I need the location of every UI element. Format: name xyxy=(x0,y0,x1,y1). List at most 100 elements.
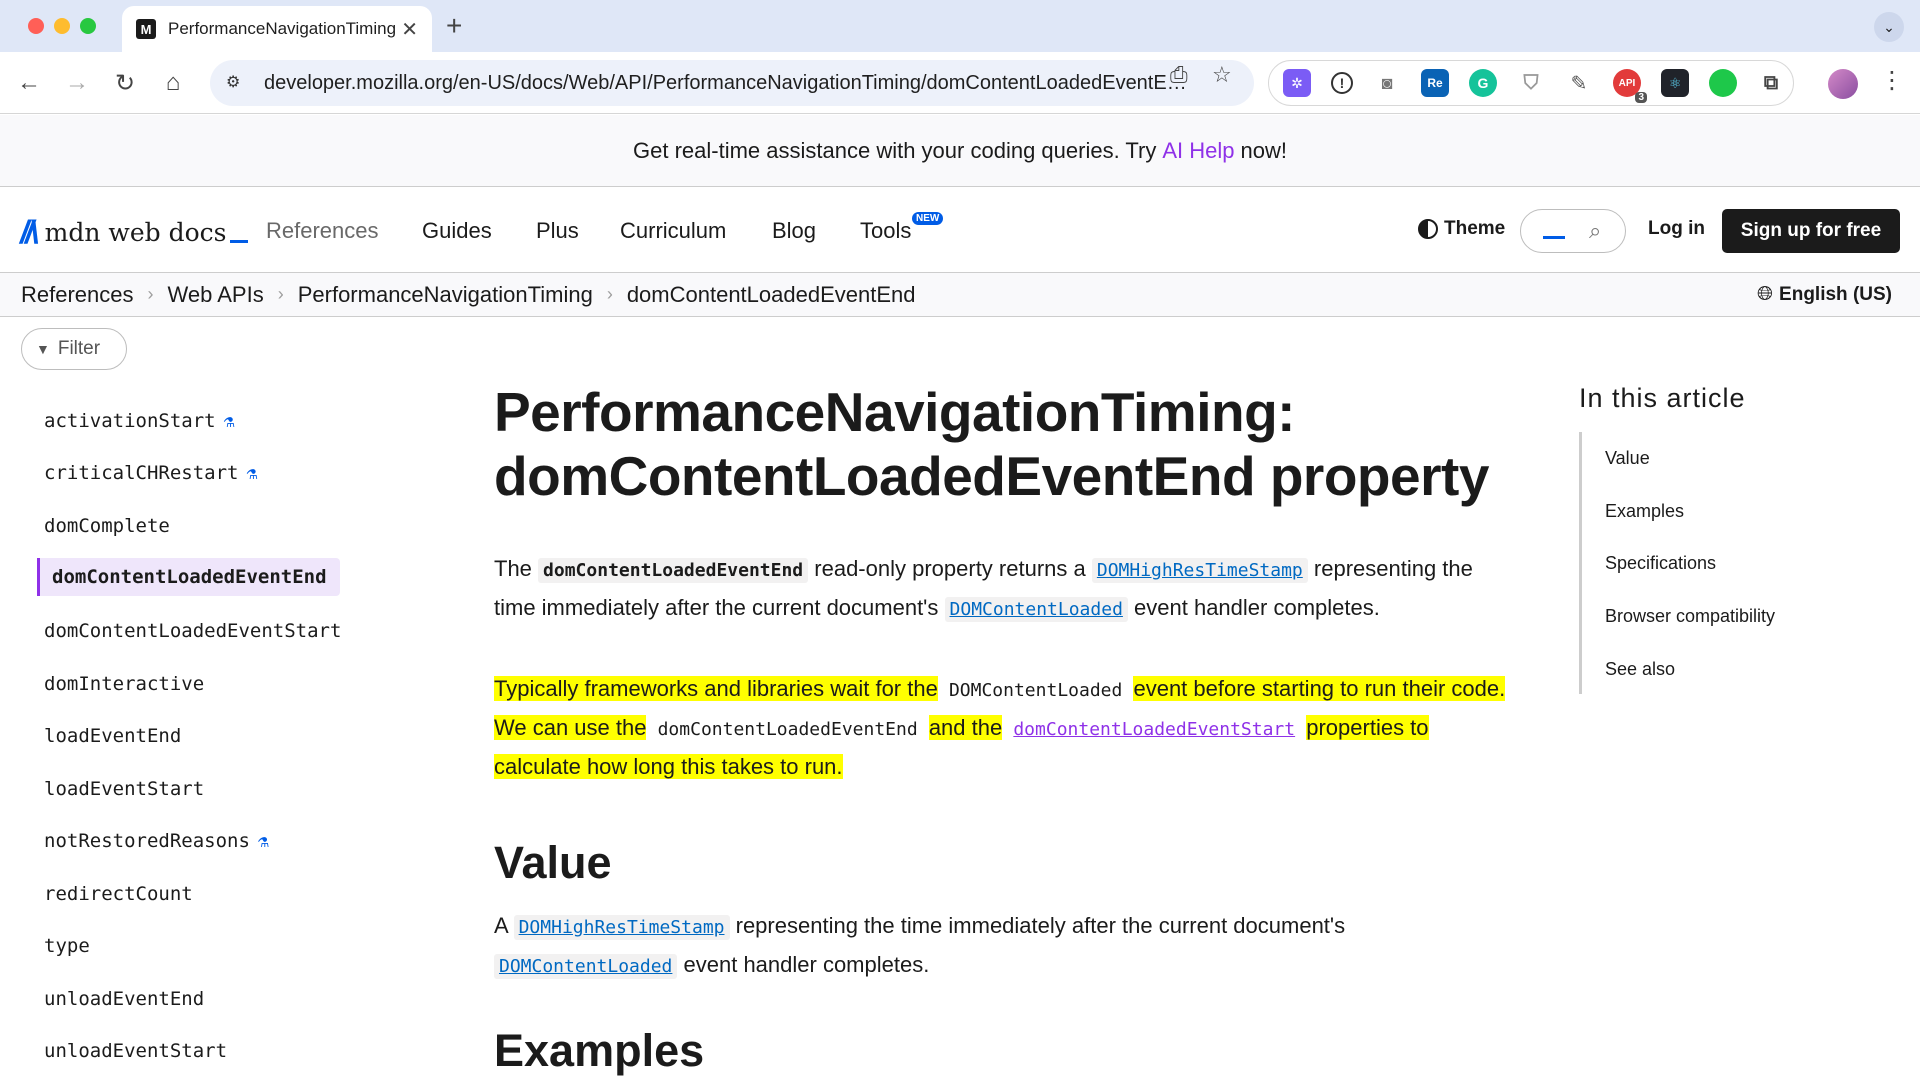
toc-item-value[interactable]: Value xyxy=(1605,448,1650,469)
back-arrow-icon[interactable]: ← xyxy=(12,66,46,100)
sidebar-item-label: domInteractive xyxy=(44,673,205,695)
breadcrumb-references[interactable]: References xyxy=(21,282,134,308)
page-title-line1: PerformanceNavigationTiming: xyxy=(494,381,1295,443)
extension-re-icon[interactable]: Re xyxy=(1421,69,1449,97)
breadcrumb-performance-navigation-timing[interactable]: PerformanceNavigationTiming xyxy=(298,282,593,308)
address-bar[interactable]: ⚙ developer.mozilla.org/en-US/docs/Web/A… xyxy=(210,60,1254,106)
extension-camera-icon[interactable]: ◙ xyxy=(1373,69,1401,97)
home-icon[interactable]: ⌂ xyxy=(156,66,190,100)
window-close-button[interactable] xyxy=(28,18,44,34)
install-app-icon[interactable]: ⎙ xyxy=(1170,62,1188,88)
link-domcontentloaded[interactable]: DOMContentLoaded xyxy=(944,597,1128,622)
browser-menu-icon[interactable]: ⋮ xyxy=(1880,66,1904,95)
nav-plus[interactable]: Plus xyxy=(536,218,579,244)
value-paragraph: A DOMHighResTimeStamp representing the t… xyxy=(494,907,1514,985)
site-info-icon[interactable]: ⚙ xyxy=(226,72,248,94)
extension-api-icon[interactable]: API 3 xyxy=(1613,69,1647,103)
sidebar-item-label: domContentLoadedEventStart xyxy=(44,620,342,642)
breadcrumb-web-apis[interactable]: Web APIs xyxy=(168,282,264,308)
sidebar-item-load-event-start[interactable]: loadEventStart xyxy=(44,778,204,800)
page-title: PerformanceNavigationTiming: domContentL… xyxy=(494,380,1514,508)
sidebar-item-label: notRestoredReasons xyxy=(44,830,250,852)
search-icon[interactable]: ⌕ xyxy=(1589,218,1601,244)
language-label: English (US) xyxy=(1779,283,1892,305)
sidebar-item-load-event-end[interactable]: loadEventEnd xyxy=(44,725,181,747)
extension-pin-icon[interactable]: ✎ xyxy=(1565,69,1593,97)
globe-icon: 🌐︎ xyxy=(1757,283,1774,305)
nav-blog[interactable]: Blog xyxy=(772,218,816,244)
filter-label: Filter xyxy=(57,338,101,359)
nav-curriculum[interactable]: Curriculum xyxy=(620,218,726,244)
link-domhighrestimestamp[interactable]: DOMHighResTimeStamp xyxy=(513,915,730,940)
bookmark-star-icon[interactable]: ☆ xyxy=(1212,62,1232,88)
browser-tab-active[interactable]: M PerformanceNavigationTiming ✕ xyxy=(122,6,432,52)
logo-text: mdn web docs xyxy=(44,218,227,247)
nav-guides[interactable]: Guides xyxy=(422,218,492,244)
extensions-puzzle-icon[interactable]: ⧉ xyxy=(1757,69,1785,97)
tab-close-icon[interactable]: ✕ xyxy=(401,17,418,42)
theme-half-circle-icon xyxy=(1418,219,1438,239)
sidebar-item-label: loadEventEnd xyxy=(44,725,182,747)
extension-badge: 3 xyxy=(1635,92,1647,103)
window-maximize-button[interactable] xyxy=(80,18,96,34)
toc-item-see-also[interactable]: See also xyxy=(1605,659,1675,680)
text: event handler completes. xyxy=(1134,595,1380,620)
sidebar-item-label: criticalCHRestart xyxy=(44,462,239,484)
ai-help-link[interactable]: AI Help xyxy=(1162,138,1234,164)
language-switcher[interactable]: 🌐︎ English (US) xyxy=(1757,283,1892,306)
text: read-only property returns a xyxy=(814,556,1086,581)
nav-tools[interactable]: Tools xyxy=(860,218,911,244)
sidebar-item-dom-content-loaded-event-start[interactable]: domContentLoadedEventStart xyxy=(44,620,341,642)
sidebar-item-unload-event-start[interactable]: unloadEventStart xyxy=(44,1040,227,1062)
sidebar-item-dom-interactive[interactable]: domInteractive xyxy=(44,673,204,695)
extension-shield-icon[interactable]: ⛉ xyxy=(1517,69,1545,97)
signup-button[interactable]: Sign up for free xyxy=(1722,209,1900,253)
mdn-favicon-icon: M xyxy=(136,19,156,39)
link-domcontentloadedeventstart[interactable]: domContentLoadedEventStart xyxy=(1008,717,1301,742)
sidebar-item-label: domComplete xyxy=(44,515,170,537)
sidebar-item-redirect-count[interactable]: redirectCount xyxy=(44,883,193,905)
sidebar-item-dom-content-loaded-event-end[interactable]: domContentLoadedEventEnd xyxy=(37,558,340,596)
window-minimize-button[interactable] xyxy=(54,18,70,34)
reload-icon[interactable]: ↻ xyxy=(108,66,142,100)
extension-react-icon[interactable]: ⚛ xyxy=(1661,69,1689,97)
sidebar-filter-button[interactable]: ▼ Filter xyxy=(21,328,127,370)
extension-gear-icon[interactable]: ✲ xyxy=(1283,69,1311,97)
link-domcontentloaded[interactable]: DOMContentLoaded xyxy=(494,954,678,979)
link-domhighrestimestamp[interactable]: DOMHighResTimeStamp xyxy=(1091,558,1308,583)
extension-password-icon[interactable]: ! xyxy=(1331,72,1353,94)
toc-title: In this article xyxy=(1579,383,1746,413)
sidebar-item-label: activationStart xyxy=(44,410,216,432)
sidebar-item-unload-event-end[interactable]: unloadEventEnd xyxy=(44,988,204,1010)
toc-item-browser-compatibility[interactable]: Browser compatibility xyxy=(1605,606,1775,627)
nav-references[interactable]: References xyxy=(266,218,379,244)
chevron-right-icon: › xyxy=(147,284,154,304)
sidebar-item-activation-start[interactable]: activationStart ⚗ xyxy=(44,410,234,432)
sidebar-item-label: unloadEventStart xyxy=(44,1040,228,1062)
new-tab-icon[interactable]: + xyxy=(446,10,462,42)
toc-item-specifications[interactable]: Specifications xyxy=(1605,553,1716,574)
sidebar-item-not-restored-reasons[interactable]: notRestoredReasons ⚗ xyxy=(44,830,269,852)
site-header: //\ mdn web docs References Guides Plus … xyxy=(0,188,1920,273)
chevron-right-icon: › xyxy=(606,284,613,304)
url-text[interactable]: developer.mozilla.org/en-US/docs/Web/API… xyxy=(264,72,1184,95)
login-link[interactable]: Log in xyxy=(1648,218,1705,240)
sidebar-item-dom-complete[interactable]: domComplete xyxy=(44,515,170,537)
toc-item-examples[interactable]: Examples xyxy=(1605,501,1684,522)
mdn-logo[interactable]: //\ mdn web docs xyxy=(20,214,249,251)
extension-green-dot-icon[interactable] xyxy=(1709,69,1737,97)
search-input[interactable]: ⌕ xyxy=(1520,209,1626,253)
logo-cursor xyxy=(230,240,249,243)
sidebar-item-label: unloadEventEnd xyxy=(44,988,205,1010)
breadcrumb-current[interactable]: domContentLoadedEventEnd xyxy=(627,282,916,308)
sidebar-item-type[interactable]: type xyxy=(44,935,90,957)
profile-avatar[interactable] xyxy=(1828,69,1858,99)
forward-arrow-icon[interactable]: → xyxy=(60,66,94,100)
theme-button[interactable]: Theme xyxy=(1418,218,1505,240)
extensions-bar: ✲ ! ◙ Re G ⛉ ✎ API 3 ⚛ ⧉ xyxy=(1268,60,1794,106)
theme-label: Theme xyxy=(1444,218,1506,239)
sidebar-item-critical-ch-restart[interactable]: criticalCHRestart ⚗ xyxy=(44,462,257,484)
tab-search-chevron-icon[interactable]: ⌄ xyxy=(1874,12,1904,42)
extension-grammarly-icon[interactable]: G xyxy=(1469,69,1497,97)
experimental-flask-icon: ⚗ xyxy=(223,410,235,432)
